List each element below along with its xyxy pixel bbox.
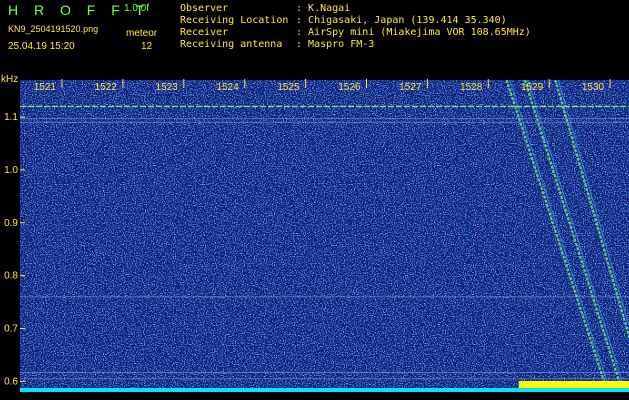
y-tick-label: 0.9 — [4, 218, 18, 229]
x-tick-label: 1527 — [399, 82, 422, 93]
x-tick-label: 1524 — [216, 82, 239, 93]
x-tick-label: 1525 — [277, 82, 300, 93]
x-tick-label: 1530 — [582, 82, 605, 93]
amplitude-baseline — [20, 388, 629, 392]
y-tick-label: 1.1 — [4, 112, 18, 123]
amplitude-burst — [518, 381, 629, 388]
spectrogram-plot — [20, 80, 629, 392]
x-tick-label: 1529 — [521, 82, 544, 93]
x-tick-label: 1521 — [34, 82, 57, 93]
x-tick-label: 1522 — [95, 82, 118, 93]
x-tick-label: 1523 — [156, 82, 179, 93]
y-axis-label: kHz — [1, 74, 18, 85]
y-tick-label: 0.6 — [4, 376, 18, 387]
x-tick-label: 1528 — [460, 82, 483, 93]
x-tick-label: 1526 — [338, 82, 361, 93]
noise-texture — [20, 80, 629, 392]
y-tick-label: 0.8 — [4, 271, 18, 282]
y-tick-label: 0.7 — [4, 324, 18, 335]
y-tick-label: 1.0 — [4, 165, 18, 176]
spectrogram-chart: 1521 1522 1523 1524 1525 1526 1527 1528 1529 1530… — [1, 74, 629, 392]
